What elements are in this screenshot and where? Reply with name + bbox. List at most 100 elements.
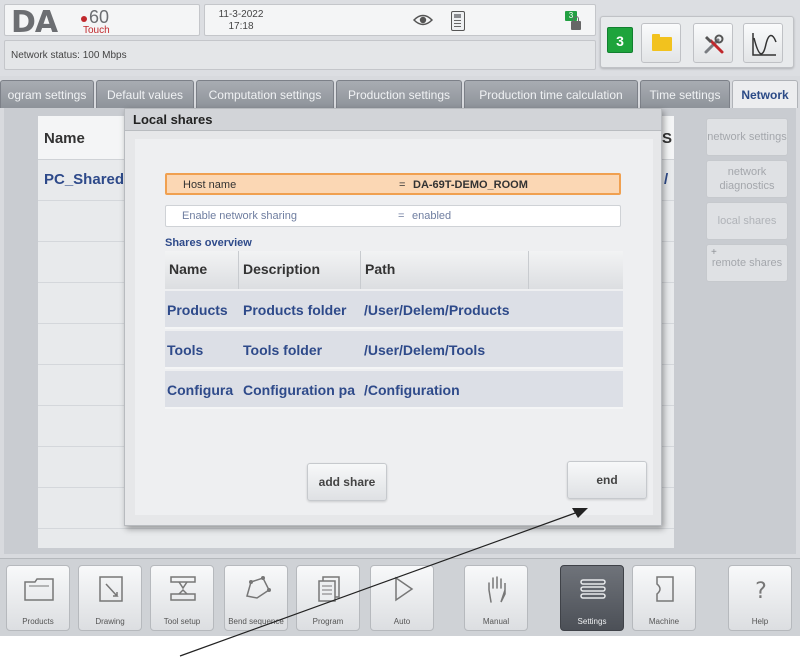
nav-label: Drawing	[95, 617, 125, 626]
network-diagnostics-button[interactable]: network diagnostics	[706, 160, 788, 198]
nav-products[interactable]: Products	[6, 565, 70, 631]
logo-edition: Touch	[83, 25, 110, 36]
tab-network[interactable]: Network	[732, 80, 798, 108]
nav-help[interactable]: ? Help	[728, 565, 792, 631]
local-shares-button[interactable]: local shares	[706, 202, 788, 240]
program-icon	[318, 576, 340, 602]
lock-icon[interactable]: 3	[565, 11, 589, 33]
nav-label: Help	[751, 617, 769, 626]
share-path: /User/Delem/Tools	[364, 342, 486, 358]
nav-label: Auto	[393, 617, 411, 626]
list-header-name: Name	[44, 130, 85, 147]
side-button-label: network settings	[707, 131, 787, 143]
folder-button[interactable]	[641, 23, 681, 63]
table-row[interactable]: Configura Configuration pa /Configuratio…	[165, 371, 623, 409]
field-equals: =	[399, 179, 406, 191]
side-button-label: local shares	[717, 215, 777, 227]
list-item-right: /	[664, 171, 669, 188]
host-name-field[interactable]: Host name = DA-69T-DEMO_ROOM	[165, 173, 621, 195]
machine-icon	[656, 576, 674, 602]
nav-label: Manual	[482, 617, 510, 626]
lock-body	[571, 21, 581, 30]
nav-drawing[interactable]: Drawing	[78, 565, 142, 631]
tab-time-settings[interactable]: Time settings	[640, 80, 730, 108]
logo-panel: DA 60 Touch	[4, 4, 200, 40]
local-shares-dialog: Local shares Host name = DA-69T-DEMO_ROO…	[124, 108, 662, 526]
time: 17:18	[228, 21, 254, 32]
bend-sequence-icon	[246, 576, 271, 599]
auto-icon	[395, 576, 414, 602]
share-path: /Configuration	[364, 382, 460, 398]
share-name: Products	[167, 302, 228, 318]
nav-settings[interactable]: Settings	[560, 565, 624, 631]
share-description: Products folder	[243, 302, 347, 318]
header: DA 60 Touch 11-3-2022 17:18 3 Network st…	[0, 0, 800, 76]
add-share-button[interactable]: add share	[307, 463, 387, 501]
column-description: Description	[239, 251, 361, 289]
network-status-bar: Network status: 100 Mbps	[4, 40, 596, 70]
tool-setup-icon	[170, 576, 196, 601]
products-icon	[24, 578, 54, 601]
nav-auto[interactable]: Auto	[370, 565, 434, 631]
nav-manual[interactable]: Manual	[464, 565, 528, 631]
nav-label: Settings	[577, 617, 607, 626]
network-status: Network status: 100 Mbps	[11, 50, 127, 61]
field-value: enabled	[412, 210, 452, 222]
logo-brand: DA	[11, 5, 58, 40]
list-item-name: PC_Shared	[44, 171, 125, 188]
column-extra	[529, 251, 623, 289]
tab-program-settings[interactable]: ogram settings	[0, 80, 94, 108]
dialog-body: Host name = DA-69T-DEMO_ROOM Enable netw…	[135, 139, 653, 515]
nav-label: Program	[312, 617, 344, 626]
svg-text:?: ?	[755, 579, 767, 604]
enable-sharing-field[interactable]: Enable network sharing = enabled	[165, 205, 621, 227]
end-button[interactable]: end	[567, 461, 647, 499]
field-label: Host name	[183, 179, 237, 191]
dialog-title: Local shares	[133, 112, 213, 127]
network-settings-button[interactable]: network settings	[706, 118, 788, 156]
tab-production-settings[interactable]: Production settings	[336, 80, 462, 108]
field-equals: =	[398, 210, 405, 222]
tools-icon	[704, 34, 724, 54]
date: 11-3-2022	[218, 9, 264, 20]
side-button-label: remote shares	[711, 257, 783, 269]
share-description: Tools folder	[243, 342, 323, 358]
status-panel: 11-3-2022 17:18 3	[204, 4, 596, 36]
tools-button[interactable]	[693, 23, 733, 63]
column-name: Name	[165, 251, 239, 289]
counter-badge[interactable]: 3	[607, 27, 633, 53]
tab-production-time-calculation[interactable]: Production time calculation	[464, 80, 638, 108]
graph-button[interactable]	[743, 23, 783, 63]
tab-default-values[interactable]: Default values	[96, 80, 194, 108]
table-row[interactable]: Products Products folder /User/Delem/Pro…	[165, 291, 623, 329]
bottom-navigation: Products Drawing Tool setup Bend sequenc…	[0, 558, 800, 636]
logo-dot	[81, 16, 87, 22]
table-row[interactable]: Tools Tools folder /User/Delem/Tools	[165, 331, 623, 369]
quick-tools: 3	[600, 16, 794, 68]
folder-icon	[652, 34, 672, 51]
field-label: Enable network sharing	[182, 210, 297, 222]
remote-shares-button[interactable]: + remote shares	[706, 244, 788, 282]
nav-machine[interactable]: Machine	[632, 565, 696, 631]
nav-label: Products	[22, 617, 54, 626]
plus-icon: +	[711, 247, 717, 258]
calculator-icon[interactable]	[451, 11, 465, 31]
share-path: /User/Delem/Products	[364, 302, 510, 318]
nav-label: Machine	[648, 617, 680, 626]
dialog-title-bar: Local shares	[125, 109, 661, 131]
nav-tool-setup[interactable]: Tool setup	[150, 565, 214, 631]
machine-screen: DA 60 Touch 11-3-2022 17:18 3 Network st…	[0, 0, 800, 636]
side-button-label: network diagnostics	[719, 166, 775, 192]
eye-icon[interactable]	[413, 13, 433, 27]
field-value: DA-69T-DEMO_ROOM	[413, 179, 528, 191]
tab-computation-settings[interactable]: Computation settings	[196, 80, 334, 108]
column-path: Path	[361, 251, 529, 289]
nav-program[interactable]: Program	[296, 565, 360, 631]
manual-icon	[488, 576, 506, 603]
waveform-icon	[752, 33, 777, 56]
share-name: Configura	[167, 382, 234, 398]
drawing-icon	[99, 576, 123, 602]
help-icon: ?	[755, 579, 767, 604]
settings-tabs: ogram settings Default values Computatio…	[0, 80, 800, 108]
nav-bend-sequence[interactable]: Bend sequence	[224, 565, 288, 631]
